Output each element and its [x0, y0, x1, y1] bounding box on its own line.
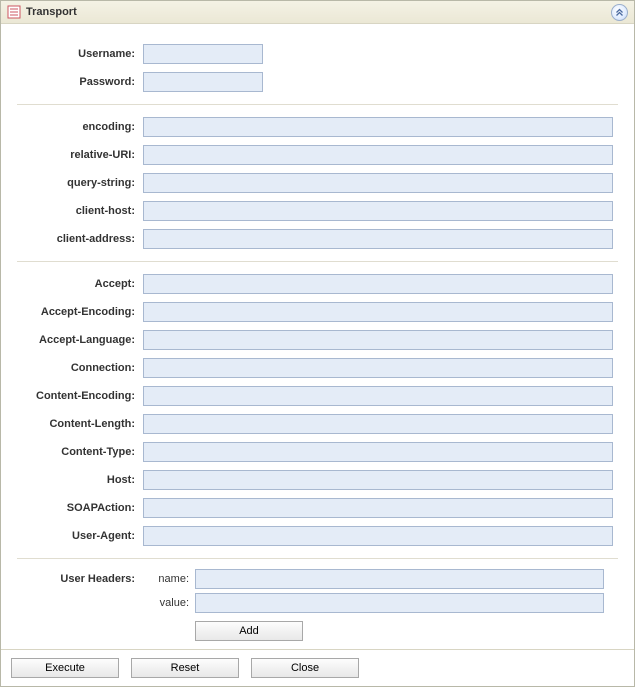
relative-uri-label: relative-URI: [11, 149, 143, 161]
transport-panel: Transport Username: Password: encoding: … [0, 0, 635, 687]
soap-action-input[interactable] [143, 498, 613, 518]
content-encoding-label: Content-Encoding: [11, 390, 143, 402]
execute-button[interactable]: Execute [11, 658, 119, 678]
divider [17, 558, 618, 559]
user-header-value-label: value: [143, 597, 195, 609]
client-address-input[interactable] [143, 229, 613, 249]
transport-icon [7, 5, 21, 19]
panel-header: Transport [1, 1, 634, 24]
close-button[interactable]: Close [251, 658, 359, 678]
password-input[interactable] [143, 72, 263, 92]
password-label: Password: [11, 76, 143, 88]
query-string-label: query-string: [11, 177, 143, 189]
user-headers-label: User Headers: [11, 569, 143, 641]
encoding-label: encoding: [11, 121, 143, 133]
content-encoding-input[interactable] [143, 386, 613, 406]
encoding-input[interactable] [143, 117, 613, 137]
query-string-input[interactable] [143, 173, 613, 193]
client-address-label: client-address: [11, 233, 143, 245]
client-host-label: client-host: [11, 205, 143, 217]
username-input[interactable] [143, 44, 263, 64]
accept-label: Accept: [11, 278, 143, 290]
host-input[interactable] [143, 470, 613, 490]
client-host-input[interactable] [143, 201, 613, 221]
panel-body: Username: Password: encoding: relative-U… [1, 24, 634, 649]
connection-input[interactable] [143, 358, 613, 378]
content-length-input[interactable] [143, 414, 613, 434]
accept-language-input[interactable] [143, 330, 613, 350]
user-header-name-input[interactable] [195, 569, 604, 589]
username-label: Username: [11, 48, 143, 60]
content-type-input[interactable] [143, 442, 613, 462]
content-type-label: Content-Type: [11, 446, 143, 458]
user-agent-input[interactable] [143, 526, 613, 546]
user-header-value-input[interactable] [195, 593, 604, 613]
accept-input[interactable] [143, 274, 613, 294]
host-label: Host: [11, 474, 143, 486]
connection-label: Connection: [11, 362, 143, 374]
user-agent-label: User-Agent: [11, 530, 143, 542]
user-header-name-label: name: [143, 573, 195, 585]
add-button[interactable]: Add [195, 621, 303, 641]
soap-action-label: SOAPAction: [11, 502, 143, 514]
divider [17, 104, 618, 105]
accept-language-label: Accept-Language: [11, 334, 143, 346]
reset-button[interactable]: Reset [131, 658, 239, 678]
collapse-icon[interactable] [611, 4, 628, 21]
accept-encoding-label: Accept-Encoding: [11, 306, 143, 318]
content-length-label: Content-Length: [11, 418, 143, 430]
relative-uri-input[interactable] [143, 145, 613, 165]
accept-encoding-input[interactable] [143, 302, 613, 322]
bottom-toolbar: Execute Reset Close [1, 649, 634, 686]
divider [17, 261, 618, 262]
panel-title: Transport [26, 6, 611, 18]
